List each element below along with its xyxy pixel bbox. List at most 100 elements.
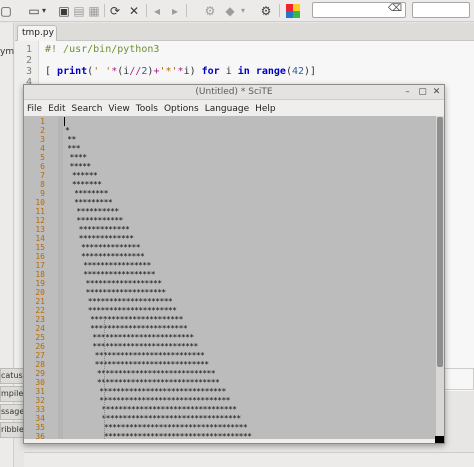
resize-corner <box>435 436 444 443</box>
line-number: 20 <box>35 288 45 297</box>
tab-tmp-py[interactable]: tmp.py <box>17 25 57 41</box>
main-toolbar: ▢ ▭ ▾ ▣ ▤ ▦ ⟳ ✕ ◂ ▸ ⚙ ◆ ▾ ⚙ ⌫ <box>0 0 474 22</box>
menu-edit[interactable]: Edit <box>48 104 65 114</box>
output-line: ****** <box>71 171 98 180</box>
window-titlebar: (Untitled) * SciTE – ▢ ✕ <box>24 85 444 100</box>
output-line: ****************** <box>85 279 163 288</box>
line-number: 16 <box>35 252 45 261</box>
scite-window: (Untitled) * SciTE – ▢ ✕ File Edit Searc… <box>23 84 445 444</box>
menu-view[interactable]: View <box>108 104 129 114</box>
tab-status[interactable]: catus <box>0 368 24 384</box>
output-line: **************************** <box>96 369 216 378</box>
line-number: 23 <box>35 315 45 324</box>
output-line: ******************** <box>87 297 173 306</box>
clear-entry-icon[interactable]: ⌫ <box>388 3 402 14</box>
output-line: ***** <box>69 162 92 171</box>
minimize-icon[interactable]: – <box>402 85 413 100</box>
close-file-icon[interactable]: ✕ <box>127 2 141 19</box>
line-number: 1 <box>25 44 32 55</box>
menu-help[interactable]: Help <box>255 104 276 114</box>
output-line: **************** <box>83 261 151 270</box>
close-icon[interactable]: ✕ <box>431 85 442 100</box>
code-line-shebang: #! /usr/bin/python3 <box>45 44 160 55</box>
tab-compiler[interactable]: mpiler <box>0 386 24 402</box>
line-number: 25 <box>35 333 45 342</box>
output-line: ***************** <box>83 270 155 279</box>
line-number: 2 <box>25 55 32 66</box>
revert-icon[interactable]: ▦ <box>87 2 101 19</box>
line-number: 3 <box>25 66 32 77</box>
goto-line-input[interactable] <box>412 2 470 18</box>
line-number: 1 <box>40 117 45 126</box>
menu-options[interactable]: Options <box>164 104 199 114</box>
compile-icon[interactable]: ⚙ <box>202 2 218 19</box>
line-number: 14 <box>35 234 45 243</box>
reload-icon[interactable]: ⟳ <box>108 2 122 19</box>
output-line: ********* <box>74 198 113 207</box>
line-number: 11 <box>35 207 45 216</box>
build-dropdown-icon[interactable]: ▾ <box>239 2 247 19</box>
color-chooser-icon[interactable] <box>285 2 301 19</box>
menu-file[interactable]: File <box>27 104 42 114</box>
menu-language[interactable]: Language <box>205 104 249 114</box>
output-line: ******* <box>71 180 102 189</box>
line-number: 8 <box>40 180 45 189</box>
output-line: ****************************** <box>99 387 226 396</box>
tab-messages[interactable]: ssages <box>0 404 24 420</box>
output-line: ** <box>67 135 76 144</box>
output-line: ******** <box>74 189 108 198</box>
output-line: ******************************* <box>99 396 230 405</box>
build-icon[interactable]: ◆ <box>222 2 238 19</box>
open-file-icon[interactable]: ▭ <box>28 2 40 19</box>
search-input[interactable]: ⌫ <box>312 2 406 18</box>
document-tabbar: tmp.py <box>15 23 474 41</box>
output-line: * <box>65 126 70 135</box>
output-line: *** <box>67 144 80 153</box>
line-number: 13 <box>35 225 45 234</box>
output-line: ************ <box>78 225 130 234</box>
line-number: 3 <box>40 135 45 144</box>
text-area[interactable]: * ** *** **** ***** ****** ******* ******** ****… <box>63 116 436 439</box>
new-file-icon[interactable]: ▢ <box>0 2 11 19</box>
scite-editor[interactable]: 1 2 3 4 5 6 7 8 9 10 11 12 13 14 15 16 17 18 19 20 21 22 23 24 2… <box>24 116 436 439</box>
output-line: *************** <box>80 252 145 261</box>
output-line: ************************** <box>94 351 205 360</box>
line-number: 27 <box>35 351 45 360</box>
line-number: 2 <box>40 126 45 135</box>
maximize-icon[interactable]: ▢ <box>417 85 428 100</box>
menubar: File Edit Search View Tools Options Lang… <box>24 101 444 116</box>
scrollbar-thumb[interactable] <box>437 117 443 367</box>
menu-search[interactable]: Search <box>72 104 103 114</box>
vertical-scrollbar[interactable] <box>436 116 444 439</box>
output-line: ************************ <box>92 333 194 342</box>
line-number: 35 <box>35 423 45 432</box>
text-caret <box>64 117 65 126</box>
menu-tools[interactable]: Tools <box>136 104 158 114</box>
output-line: ********************* <box>87 306 177 315</box>
output-line: *************************** <box>94 360 209 369</box>
output-line: ************************* <box>92 342 198 351</box>
open-dropdown-icon[interactable]: ▾ <box>40 2 48 19</box>
toolbar-separator <box>186 4 187 17</box>
line-number: 15 <box>35 243 45 252</box>
output-line: ******************* <box>85 288 167 297</box>
line-number: 30 <box>35 378 45 387</box>
line-number: 34 <box>35 414 45 423</box>
output-line: *********** <box>76 216 123 225</box>
forward-icon[interactable]: ▸ <box>168 2 182 19</box>
save-icon[interactable]: ▣ <box>57 2 71 19</box>
line-number: 19 <box>35 279 45 288</box>
toolbar-separator <box>146 4 147 17</box>
toolbar-separator <box>104 4 105 17</box>
preferences-gear-icon[interactable]: ⚙ <box>258 2 274 19</box>
line-number: 9 <box>40 189 45 198</box>
line-number: 36 <box>35 432 45 439</box>
line-number: 22 <box>35 306 45 315</box>
output-line: ******************************** <box>101 405 237 414</box>
back-icon[interactable]: ◂ <box>150 2 164 19</box>
output-line: ********************************** <box>103 423 248 432</box>
line-number: 21 <box>35 297 45 306</box>
save-all-icon[interactable]: ▤ <box>72 2 86 19</box>
status-bar <box>24 452 474 467</box>
tab-scribble[interactable]: ribble <box>0 422 24 438</box>
